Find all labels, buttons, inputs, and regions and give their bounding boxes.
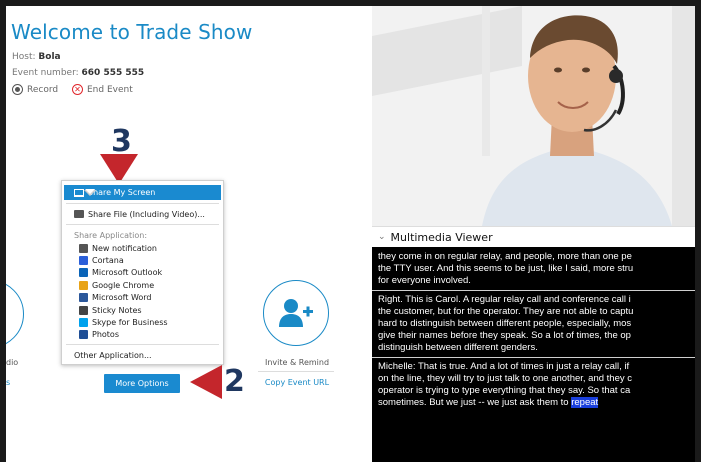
menu-divider (66, 224, 219, 225)
invite-button[interactable] (263, 280, 329, 346)
transcript-line: distinguish between different genders. (378, 341, 538, 353)
skype-app-icon (79, 318, 88, 328)
menu-divider (66, 344, 219, 346)
transcript-line: hard to distinguish between different pe… (378, 317, 632, 329)
share-application-label: Photos (92, 330, 119, 340)
share-application-label: Microsoft Outlook (92, 268, 163, 278)
cortana-app-icon (79, 256, 88, 266)
share-application-label: Microsoft Word (92, 293, 152, 303)
record-label: Record (27, 84, 59, 95)
word-app-icon (79, 293, 88, 303)
share-application-item[interactable]: Photos (62, 329, 223, 341)
share-application-item[interactable]: Skype for Business (62, 316, 223, 328)
share-application-item[interactable]: Microsoft Outlook (62, 267, 223, 279)
transcript-line: for everyone involved. (378, 274, 471, 286)
outlook-app-icon (79, 268, 88, 278)
event-number-info: Event number: 660 555 555 (12, 68, 144, 78)
photos-app-icon (79, 330, 88, 340)
highlighted-word: repeat (571, 396, 599, 408)
step-2-annotation: 2 (224, 364, 245, 399)
video-feed (372, 6, 695, 226)
host-info: Host: Bola (12, 52, 61, 62)
transcript-line: sometimes. But we just -- we just ask th… (378, 396, 599, 408)
monitor-icon (74, 188, 84, 197)
copy-event-url-link[interactable]: Copy Event URL (256, 378, 338, 387)
invite-remind-label: Invite & Remind (264, 358, 330, 367)
transcript-line: give their names before they speak. So a… (378, 329, 631, 341)
folder-icon (74, 210, 84, 218)
close-circle-icon: ✕ (72, 84, 83, 95)
share-my-screen-label: Share My Screen (88, 188, 156, 197)
share-application-label: New notification (92, 243, 157, 253)
share-application-item[interactable]: Google Chrome (62, 279, 223, 291)
event-number: 660 555 555 (81, 68, 145, 78)
share-application-label: Cortana (92, 256, 124, 266)
end-event-button[interactable]: ✕ End Event (72, 84, 133, 95)
notification-app-icon (79, 243, 88, 253)
event-number-label: Event number: (12, 68, 79, 78)
media-panel: ⌄ Multimedia Viewer they come in on regu… (372, 6, 695, 462)
sticky-notes-app-icon (79, 305, 88, 315)
transcript-line: operator is trying to type everything th… (378, 384, 631, 396)
end-event-label: End Event (87, 84, 133, 95)
transcript-line: Right. This is Carol. A regular relay ca… (378, 294, 631, 306)
share-application-item[interactable]: Cortana (62, 254, 223, 266)
menu-caret (84, 189, 96, 196)
transcript-line: the TTY user. And this seems to be just,… (378, 262, 634, 274)
presenter-video-image (372, 6, 695, 226)
share-file-label: Share File (Including Video)... (88, 209, 205, 219)
share-application-label: Skype for Business (92, 318, 168, 328)
transcript-line: on the line, they will try to just talk … (378, 373, 633, 385)
transcript-divider (372, 357, 695, 359)
chevron-down-icon: ⌄ (378, 232, 386, 242)
share-application-label: Sticky Notes (92, 305, 142, 315)
share-application-header: Share Application: (74, 230, 148, 240)
transcript-line: the customer, but for the operator. They… (378, 306, 634, 318)
arrow-left-annotation (190, 365, 222, 399)
audio-label-partial: dio (6, 358, 19, 367)
other-application-label: Other Application... (74, 350, 152, 360)
chrome-app-icon (79, 280, 88, 290)
record-button[interactable]: Record (12, 84, 58, 95)
multimedia-viewer-header[interactable]: ⌄ Multimedia Viewer (372, 226, 695, 247)
share-file-item[interactable]: Share File (Including Video)... (62, 207, 223, 221)
application-list: New notification Cortana Microsoft Outlook… (62, 242, 223, 341)
share-menu: Share My Screen Share File (Including Vi… (61, 180, 224, 365)
menu-divider (66, 203, 219, 204)
divider (258, 371, 334, 372)
event-panel: Welcome to Trade Show Host: Bola Event n… (6, 6, 372, 462)
share-application-item[interactable]: Microsoft Word (62, 292, 223, 304)
other-application-item[interactable]: Other Application... (62, 348, 223, 362)
page-title: Welcome to Trade Show (11, 20, 253, 44)
share-application-item[interactable]: Sticky Notes (62, 304, 223, 316)
host-label: Host: (12, 52, 36, 62)
caption-transcript: they come in on regular relay, and peopl… (372, 247, 695, 462)
transcript-line: Michelle: That is true. And a lot of tim… (378, 361, 630, 373)
share-application-label: Google Chrome (92, 280, 155, 290)
record-icon (12, 84, 23, 95)
add-user-icon (279, 299, 313, 327)
multimedia-viewer-title: Multimedia Viewer (390, 230, 493, 244)
host-name: Bola (38, 52, 61, 62)
transcript-divider (372, 290, 695, 292)
app-window: Welcome to Trade Show Host: Bola Event n… (6, 6, 695, 462)
share-application-item[interactable]: New notification (62, 242, 223, 254)
audio-link-partial[interactable]: s (6, 378, 10, 387)
audio-circle-button[interactable] (6, 280, 24, 348)
more-options-button[interactable]: More Options (104, 374, 180, 393)
transcript-line: they come in on regular relay, and peopl… (378, 251, 632, 262)
